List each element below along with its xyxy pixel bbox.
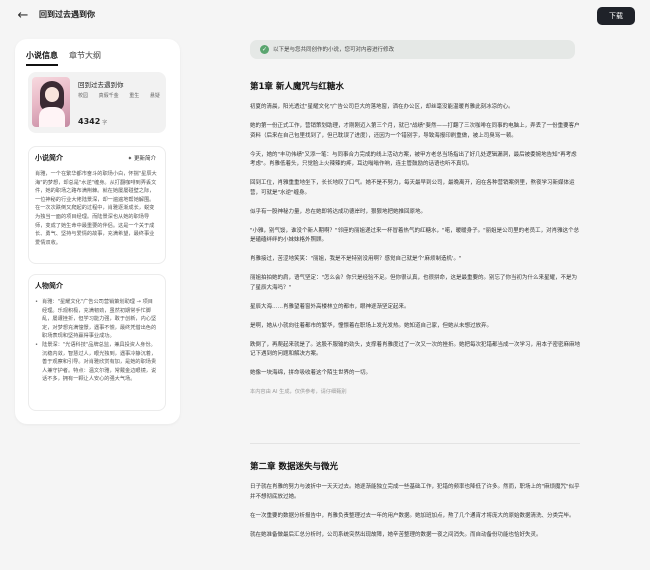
check-icon: ✓ [260, 45, 269, 54]
paragraph: 是啊，她从小就向往着都市的繁华，憧憬着在职场上发光发热。她知道自己家，但她从未想… [250, 322, 493, 329]
sparkle-icon: ✦ [127, 156, 133, 162]
word-count-unit: 字 [102, 120, 108, 126]
synopsis-text: 肖雅，一个在繁华都市奋斗的职场小白，怀揣"星辰大海"的梦想，却总是"水逆"缠身。… [35, 171, 157, 246]
chapter-2[interactable]: 第二章 数据迷失与微光 日子就在肖雅的努力与波折中一天天过去。她逐渐能独立完成一… [250, 460, 580, 550]
tag: 悬疑 [149, 93, 160, 99]
tab-chapter-outline[interactable]: 章节大纲 [69, 50, 101, 61]
word-count-value: 4342 [78, 117, 101, 126]
ai-disclaimer: 本内容由 AI 生成，仅供参考，请仔细甄别 [250, 389, 347, 395]
characters-card: 人物简介 肖雅："星耀文化"广告公司营销策划助理 → 项目经理。乐观积极，充满韧… [28, 274, 166, 411]
paragraph: "小雅，别气馁，谁没个新人期啊？"邻座的丽姐递过来一杯冒着热气的红糖水，"喏，暖… [250, 227, 580, 244]
paragraph: 回到工位，肖雅重重地坐下，长长地叹了口气。她不是不努力，每天最早到公司，最晚离开… [250, 180, 575, 196]
tag: 重生 [129, 93, 140, 99]
characters-title: 人物简介 [35, 282, 63, 290]
novel-name: 回到过去遇到你 [78, 81, 124, 89]
novel-cover-image [32, 77, 70, 127]
back-arrow-icon[interactable]: ← [14, 7, 32, 25]
notice-banner: ✓ 以下是与您共同创作的小说，您可对内容进行修改 [250, 40, 575, 59]
chapter-1[interactable]: 第1章 新人魔咒与红糖水 初夏的清晨，阳光透过"星耀文化"广告公司巨大的落地窗，… [250, 80, 580, 395]
paragraph: 丽姐拍拍她的肩，语气坚定："怎么会？你只是经验不足。但你很认真，也很拼命，这是最… [250, 275, 578, 291]
paragraph: 她的第一份正式工作，营销策划助理，才刚刚迈入第三个月，就已"战绩"斐然——打翻了… [250, 123, 580, 139]
novel-tags: 校园 真假千金 重生 悬疑 [78, 92, 169, 99]
update-synopsis-label: 更新简介 [133, 156, 156, 162]
character-item: 陆景深："光语科技"品牌总监，兼具投资人身份。沉稳内敛，智慧过人，眼光独到，遇事… [35, 341, 158, 384]
chapter-divider [250, 443, 580, 444]
paragraph: 跌倒了，再爬起来就是了。这股不服输的劲头，支撑着肖雅度过了一次又一次的挫折。她把… [250, 341, 581, 358]
synopsis-title: 小说简介 [35, 154, 63, 162]
tag: 校园 [78, 93, 89, 99]
update-synopsis-button[interactable]: ✦ 更新简介 [128, 154, 156, 162]
paragraph: 星辰大海……肖雅望着窗外高楼林立的都市，眼神逐渐坚定起来。 [250, 303, 410, 310]
chapter-title: 第二章 数据迷失与微光 [250, 462, 338, 472]
paragraph: 似乎有一股神秘力量，总在她即将达成功德岸时，狠狠地把她推回原地。 [250, 208, 427, 215]
paragraph: 今天，她的"丰功伟绩"又添一笔：与同事合力完成的线上活动方案，被甲方老总当场指出… [250, 151, 577, 168]
paragraph: 在一次重要的数据分析报告中，肖雅负责整理过去一年的用户数据。她加班加点，熬了几个… [250, 512, 575, 519]
paragraph: 初夏的清晨，阳光透过"星耀文化"广告公司巨大的落地窗，洒在办公区，却丝毫没能温暖… [250, 104, 514, 110]
character-list: 肖雅："星耀文化"广告公司营销策划助理 → 项目经理。乐观积极，充满韧劲，虽然初… [35, 298, 158, 384]
paragraph: 她像一块海绵，拼命吸收着这个陌生世界的一切。 [250, 370, 372, 376]
edit-pencil-icon[interactable]: ✎ [87, 9, 94, 18]
synopsis-card: 小说简介 ✦ 更新简介 肖雅，一个在繁华都市奋斗的职场小白，怀揣"星辰大海"的梦… [28, 146, 166, 264]
paragraph: 就在她准备做最后汇总分析时，公司系统突然出现故障，她辛苦整理的数据一夜之间消失。… [250, 531, 542, 538]
word-count: 4342 字 [78, 117, 107, 126]
top-bar: ← 回到过去遇到你 ✎ 下载 [0, 0, 650, 32]
chapter-title: 第1章 新人魔咒与红糖水 [250, 82, 344, 92]
paragraph: 日子就在肖雅的努力与波折中一天天过去。她逐渐能独立完成一些基础工作，犯错的频率也… [250, 484, 580, 500]
character-item: 肖雅："星耀文化"广告公司营销策划助理 → 项目经理。乐观积极，充满韧劲，虽然初… [35, 298, 158, 341]
tag: 真假千金 [98, 93, 119, 99]
download-button[interactable]: 下载 [597, 7, 635, 25]
novel-content-area[interactable]: ✓ 以下是与您共同创作的小说，您可对内容进行修改 第1章 新人魔咒与红糖水 初夏… [235, 32, 650, 570]
notice-text: 以下是与您共同创作的小说，您可对内容进行修改 [273, 47, 395, 53]
tab-novel-info[interactable]: 小说信息 [26, 50, 58, 66]
paragraph: 肖雅接过，苦涩地笑笑："丽姐，我是不是特别没用啊？感觉自己就是个'麻烦制造机'。… [250, 256, 462, 262]
